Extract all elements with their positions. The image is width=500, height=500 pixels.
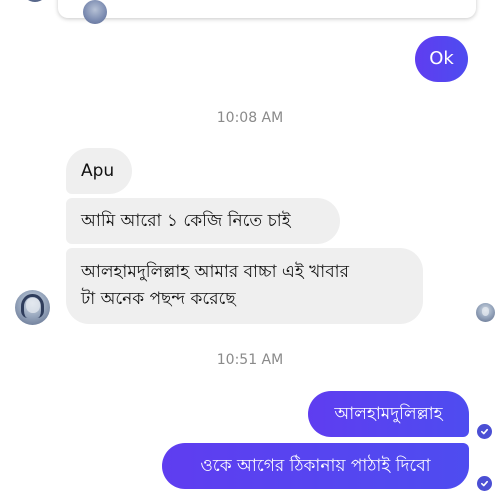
incoming-message-apu[interactable]: Apu [66,148,132,194]
outgoing-message-ok[interactable]: Ok [415,36,468,82]
message-text: ওকে আগের ঠিকানায় পাঠাই দিবো [200,456,431,476]
outgoing-message-alhamdulillah[interactable]: আলহামদুলিল্লাহ [308,391,469,437]
incoming-message-feedback[interactable]: আলহামদুলিল্লাহ আমার বাচ্চা এই খাবার টা অ… [66,248,423,324]
incoming-message-request[interactable]: আমি আরো ১ কেজি নিতে চাই [66,198,340,244]
top-card-avatar-icon [83,0,107,24]
delivered-check-icon [477,424,492,439]
top-message-card[interactable] [58,0,476,24]
timestamp-divider: 10:08 AM [216,110,284,126]
message-text: Ok [429,48,454,69]
delivered-check-icon [477,476,492,491]
message-text: Apu [81,161,115,181]
seen-avatar-icon [476,303,495,322]
contact-avatar-icon[interactable] [15,290,50,325]
timestamp-divider: 10:51 AM [216,352,284,368]
outgoing-message-address[interactable]: ওকে আগের ঠিকানায় পাঠাই দিবো [162,443,469,489]
message-text-line-1: আলহামদুলিল্লাহ আমার বাচ্চা এই খাবার [81,262,349,282]
message-text: আলহামদুলিল্লাহ [334,404,443,424]
message-text-line-2: টা অনেক পছন্দ করেছে [81,289,236,309]
top-contact-avatar-icon[interactable] [22,0,48,2]
message-text: আমি আরো ১ কেজি নিতে চাই [81,211,291,231]
chat-screen: Ok 10:08 AM Apu আমি আরো ১ কেজি নিতে চাই … [0,0,500,500]
